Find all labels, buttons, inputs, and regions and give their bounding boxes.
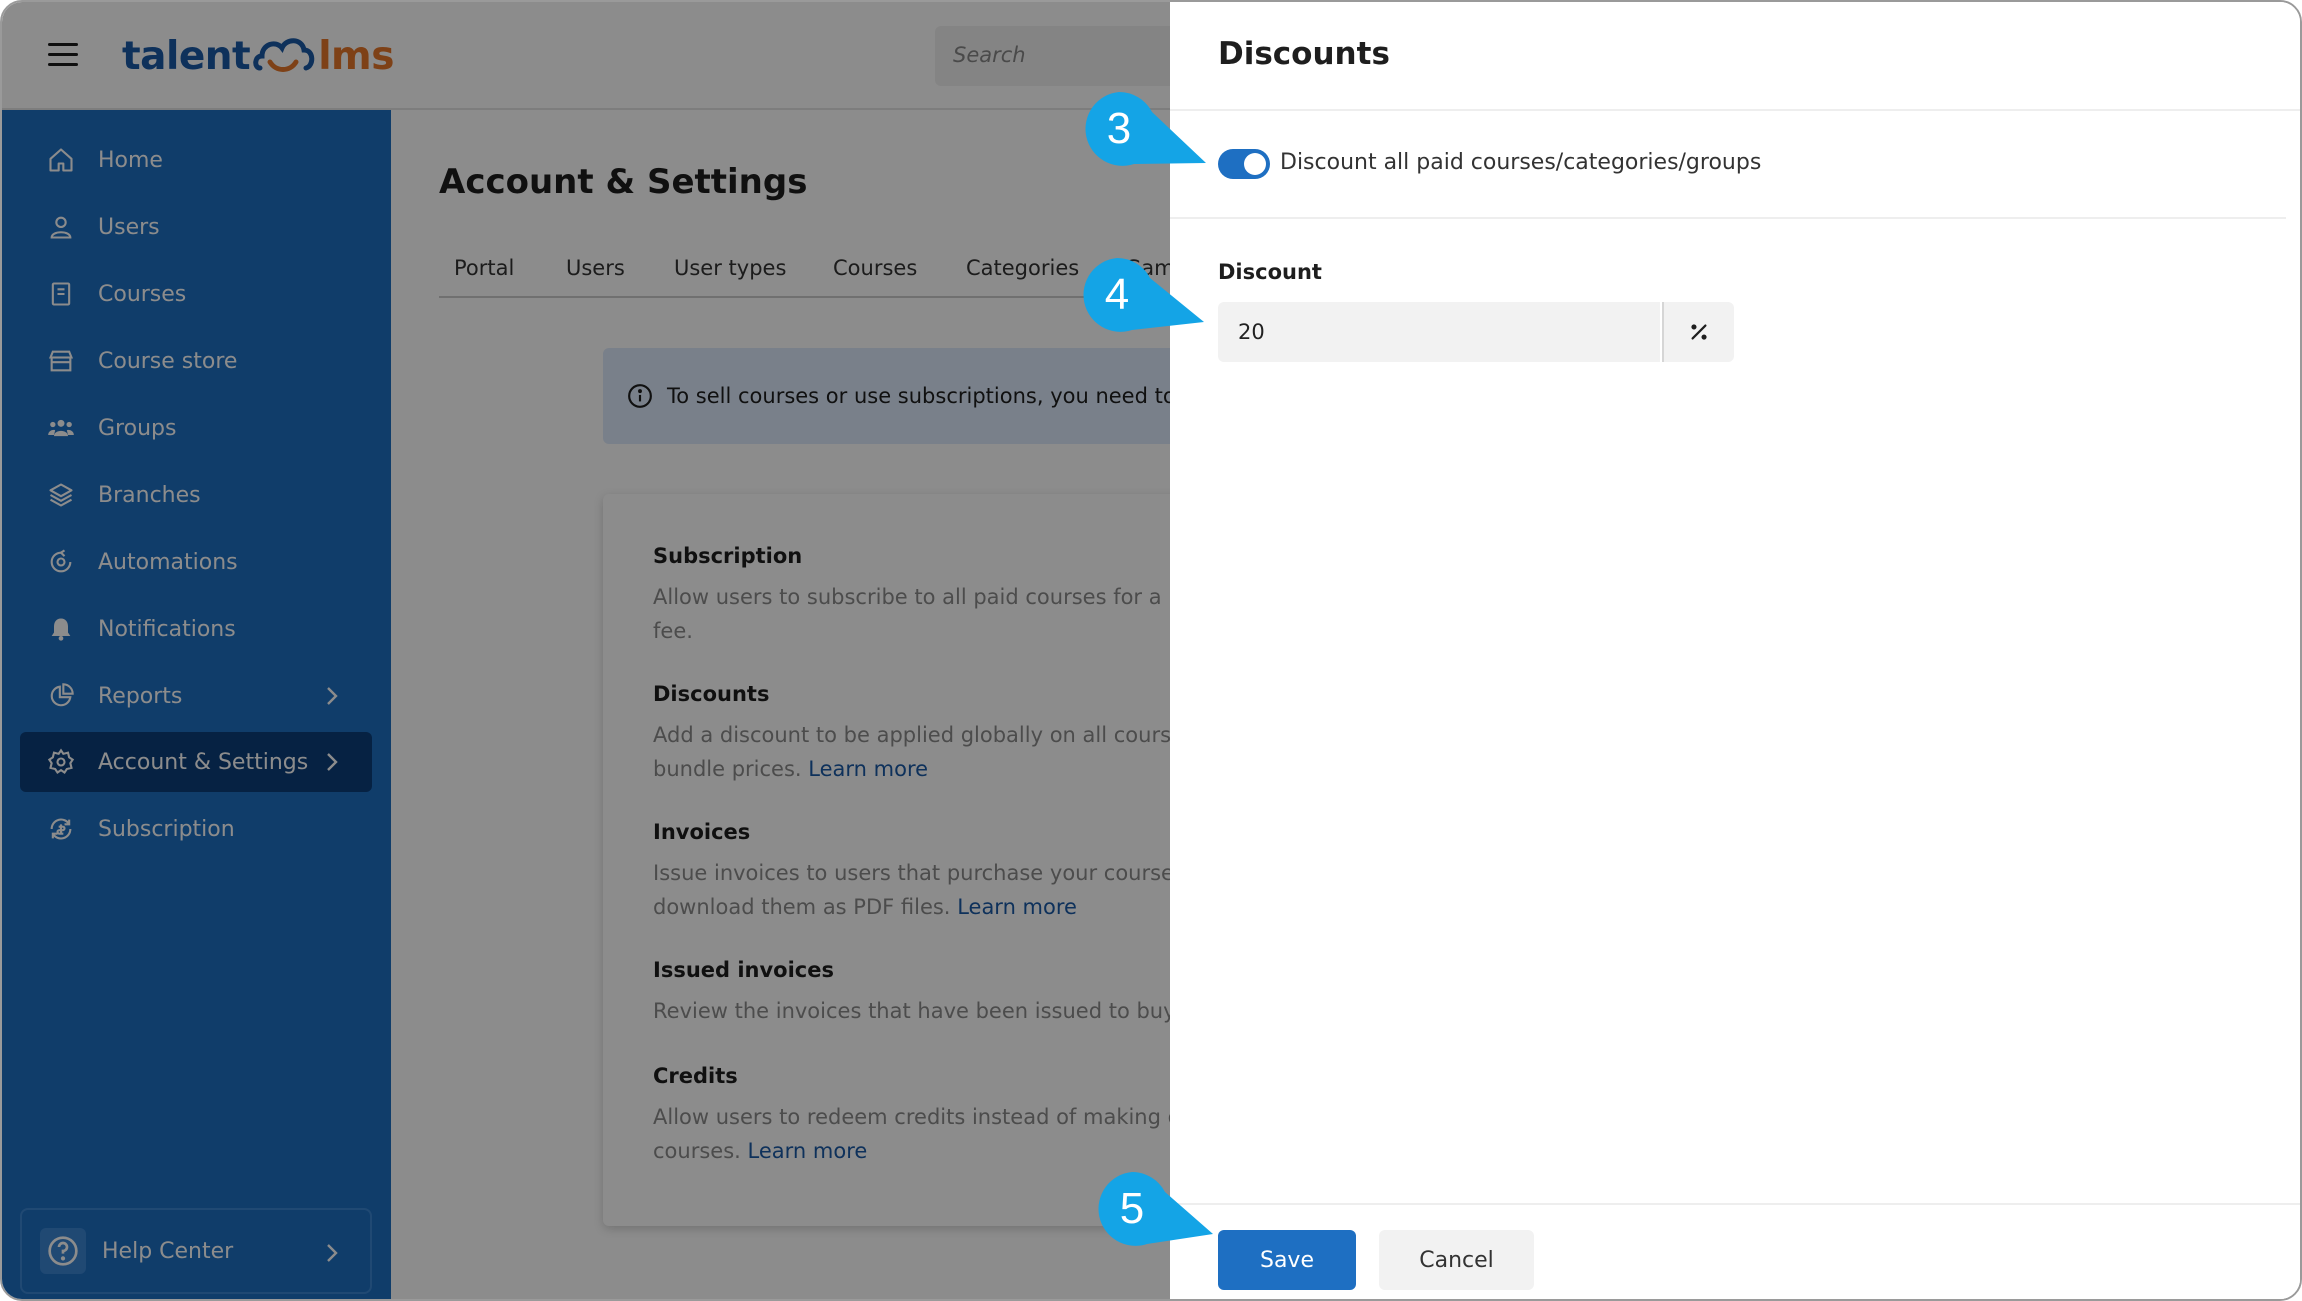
discount-all-label: Discount all paid courses/categories/gro… xyxy=(1280,150,1762,175)
step-number: 4 xyxy=(1104,270,1130,319)
cancel-button[interactable]: Cancel xyxy=(1379,1230,1534,1290)
drawer-title: Discounts xyxy=(1218,36,1390,72)
toggle-knob xyxy=(1244,153,1266,175)
percent-unit-button[interactable]: % xyxy=(1662,302,1734,362)
step-number: 5 xyxy=(1119,1184,1145,1233)
step-5-callout: 5 xyxy=(1095,1172,1245,1262)
discounts-drawer: Discounts Discount all paid courses/cate… xyxy=(1170,2,2300,1299)
step-4-callout: 4 xyxy=(1080,258,1230,348)
discount-input[interactable] xyxy=(1218,302,1660,362)
step-3-callout: 3 xyxy=(1082,92,1232,182)
drawer-footer-divider xyxy=(1170,1203,2300,1205)
percent-icon xyxy=(1691,324,1707,340)
step-number: 3 xyxy=(1106,104,1132,153)
discount-field-label: Discount xyxy=(1218,260,1322,284)
drawer-divider xyxy=(1170,217,2286,219)
app-window: talent lms Search Home Users Courses Cou… xyxy=(0,0,2302,1301)
drawer-divider xyxy=(1170,109,2300,111)
modal-backdrop[interactable] xyxy=(2,2,1170,1299)
